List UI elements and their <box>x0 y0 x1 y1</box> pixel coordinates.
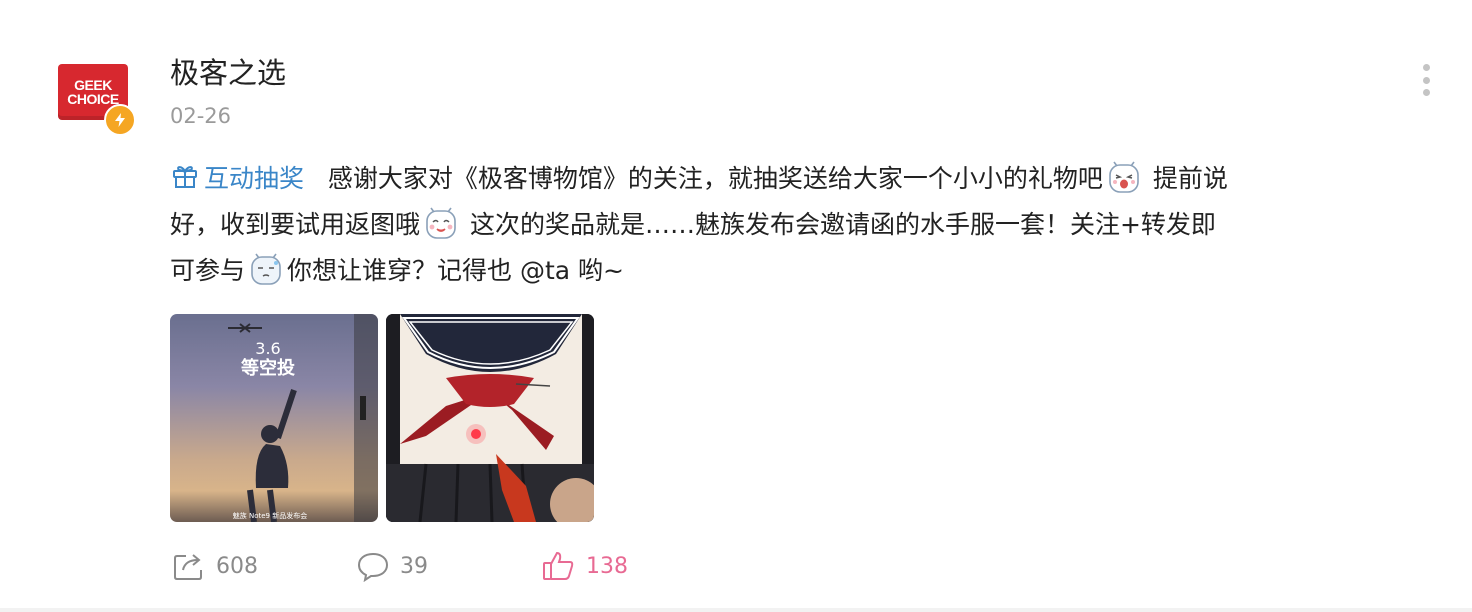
post-image-sailor-uniform[interactable] <box>386 314 594 522</box>
more-dot-icon <box>1422 64 1430 71</box>
post-date[interactable]: 02-26 <box>170 104 231 128</box>
repost-count: 608 <box>216 553 258 579</box>
cute-face-emoji-icon <box>424 207 458 241</box>
overlay-caption: 魅族 Note9 新品发布会 <box>233 511 307 520</box>
post-image-invitation[interactable]: 3.6 等空投 魅族 Note9 新品发布会 <box>170 314 378 522</box>
verified-badge-icon <box>104 104 136 136</box>
invitation-illustration: 3.6 等空投 魅族 Note9 新品发布会 <box>228 314 378 522</box>
logo-text-top: GEEK <box>74 77 112 93</box>
post-text-segment: 你想让谁穿？记得也 @ta 哟~ <box>287 256 624 285</box>
more-dot-icon <box>1422 89 1430 96</box>
post-text: 互动抽奖 感谢大家对《极客博物馆》的关注，就抽奖送给大家一个小小的礼物吧 提前说… <box>170 156 1230 294</box>
comment-button[interactable]: 39 <box>356 550 428 582</box>
more-dot-icon <box>1422 76 1430 84</box>
sailor-uniform-illustration <box>386 314 594 522</box>
overlay-number: 3.6 <box>255 339 280 358</box>
avatar[interactable]: GEEK CHOICE <box>56 60 136 136</box>
gift-icon <box>173 166 197 188</box>
divider <box>0 608 1472 612</box>
user-name[interactable]: 极客之选 <box>170 50 286 92</box>
lottery-tag-label: 互动抽奖 <box>204 164 305 193</box>
wondering-face-emoji-icon <box>249 253 283 287</box>
like-count: 138 <box>586 553 628 579</box>
comment-count: 39 <box>400 553 428 579</box>
more-options-button[interactable] <box>1412 60 1440 100</box>
comment-icon <box>357 552 389 582</box>
logo-text-bottom: CHOICE <box>67 91 119 107</box>
repost-button[interactable]: 608 <box>172 550 258 582</box>
repost-icon <box>174 554 202 580</box>
laughing-face-emoji-icon <box>1107 161 1141 195</box>
thumbs-up-icon <box>543 551 574 580</box>
post-text-segment: 感谢大家对《极客博物馆》的关注，就抽奖送给大家一个小小的礼物吧 <box>327 164 1103 193</box>
overlay-slogan: 等空投 <box>241 357 295 379</box>
lottery-link[interactable]: 互动抽奖 <box>170 164 304 193</box>
like-button[interactable]: 138 <box>542 550 628 582</box>
